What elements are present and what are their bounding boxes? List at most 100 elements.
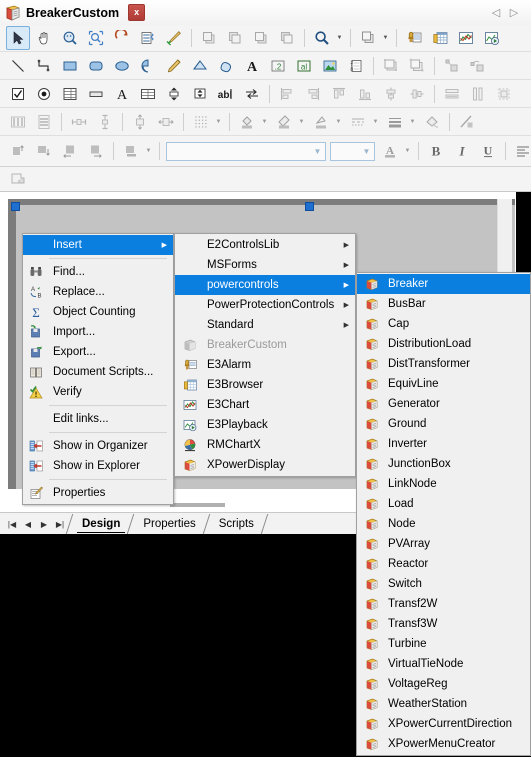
e3chart-tool[interactable] bbox=[454, 26, 478, 50]
space-down-tool[interactable] bbox=[93, 110, 117, 134]
powercontrol-item-junctionbox[interactable]: JunctionBox bbox=[357, 454, 530, 474]
transparency-tool[interactable] bbox=[455, 110, 479, 134]
powercontrol-item-generator[interactable]: Generator bbox=[357, 394, 530, 414]
font-size-combo[interactable]: ▼ bbox=[330, 141, 375, 161]
shadow-down-tool[interactable] bbox=[32, 139, 56, 163]
shadow-right-tool[interactable] bbox=[84, 139, 108, 163]
space-across-tool[interactable] bbox=[67, 110, 91, 134]
nav-next-button[interactable]: ▷ bbox=[505, 4, 523, 22]
pencil-tool[interactable] bbox=[162, 54, 186, 78]
font-name-combo[interactable]: ▼ bbox=[166, 141, 326, 161]
distribute-vertical-tool[interactable] bbox=[32, 110, 56, 134]
ellipse-tool[interactable] bbox=[110, 54, 134, 78]
powercontrol-item-weatherstation[interactable]: WeatherStation bbox=[357, 694, 530, 714]
align-text-left-tool[interactable] bbox=[511, 139, 531, 163]
bring-to-front-tool[interactable] bbox=[197, 26, 221, 50]
grid-snap-tool[interactable] bbox=[189, 110, 213, 134]
menu-item-find[interactable]: Find... bbox=[23, 262, 173, 282]
submenu-item-e3chart[interactable]: E3Chart bbox=[175, 395, 355, 415]
split-tool[interactable] bbox=[466, 54, 490, 78]
chevron-down-icon[interactable]: ▼ bbox=[335, 27, 344, 49]
powercontrol-item-ground[interactable]: Ground bbox=[357, 414, 530, 434]
line-color-tool[interactable] bbox=[309, 110, 333, 134]
powercontrol-item-switch[interactable]: Switch bbox=[357, 574, 530, 594]
group-tool[interactable] bbox=[379, 54, 403, 78]
italic-tool[interactable]: I bbox=[450, 139, 474, 163]
pan-hand-tool[interactable] bbox=[32, 26, 56, 50]
object-properties-tool[interactable] bbox=[6, 167, 30, 191]
submenu-item-rmchartx[interactable]: RMChartX bbox=[175, 435, 355, 455]
gradient-fill-tool[interactable] bbox=[272, 110, 296, 134]
tab-nav-prev[interactable]: ◀ bbox=[20, 516, 36, 532]
powercontrol-item-distributionload[interactable]: DistributionLoad bbox=[357, 334, 530, 354]
polygon-tool[interactable] bbox=[188, 54, 212, 78]
slider-control-tool[interactable] bbox=[188, 82, 212, 106]
menu-item-properties[interactable]: Properties bbox=[23, 483, 173, 503]
powercontrol-item-load[interactable]: Load bbox=[357, 494, 530, 514]
submenu-item-e3playback[interactable]: E3Playback bbox=[175, 415, 355, 435]
submenu-item-powerprotectioncontrols[interactable]: PowerProtectionControls ▶ bbox=[175, 295, 355, 315]
e3alarm-tool[interactable] bbox=[402, 26, 426, 50]
shadow-left-tool[interactable] bbox=[58, 139, 82, 163]
powercontrol-item-breaker[interactable]: Breaker bbox=[357, 274, 530, 294]
powercontrol-item-pvarray[interactable]: PVArray bbox=[357, 534, 530, 554]
align-center-horizontal-tool[interactable] bbox=[405, 82, 429, 106]
label-control-tool[interactable]: A bbox=[110, 82, 134, 106]
e3playback-tool[interactable] bbox=[480, 26, 504, 50]
submenu-item-standard[interactable]: Standard ▶ bbox=[175, 315, 355, 335]
line-style-tool[interactable] bbox=[346, 110, 370, 134]
pie-tool[interactable] bbox=[136, 54, 160, 78]
chevron-down-icon[interactable]: ▼ bbox=[214, 111, 223, 133]
tab-nav-last[interactable]: ▶| bbox=[52, 516, 68, 532]
align-bottom-tool[interactable] bbox=[353, 82, 377, 106]
powercontrol-item-voltagereg[interactable]: VoltageReg bbox=[357, 674, 530, 694]
text-tool[interactable]: A bbox=[240, 54, 264, 78]
powercontrol-item-inverter[interactable]: Inverter bbox=[357, 434, 530, 454]
freeform-tool[interactable] bbox=[214, 54, 238, 78]
align-top-tool[interactable] bbox=[327, 82, 351, 106]
selection-handle[interactable] bbox=[305, 202, 314, 211]
line-weight-tool[interactable] bbox=[383, 110, 407, 134]
tab-nav-first[interactable]: |◀ bbox=[4, 516, 20, 532]
menu-item-replace[interactable]: AB Replace... bbox=[23, 282, 173, 302]
powercontrol-item-transf2w[interactable]: Transf2W bbox=[357, 594, 530, 614]
chevron-down-icon[interactable]: ▼ bbox=[297, 111, 306, 133]
submenu-item-xpowerdisplay[interactable]: XPowerDisplay bbox=[175, 455, 355, 475]
rotate-tool[interactable] bbox=[110, 26, 134, 50]
textbox-control-tool[interactable]: abl bbox=[214, 82, 238, 106]
ungroup-tool[interactable] bbox=[405, 54, 429, 78]
make-same-width-tool[interactable] bbox=[440, 82, 464, 106]
nav-prev-button[interactable]: ◁ bbox=[487, 4, 505, 22]
font-color-tool[interactable]: A bbox=[378, 139, 402, 163]
combine-tool[interactable] bbox=[440, 54, 464, 78]
chevron-down-icon[interactable]: ▼ bbox=[260, 111, 269, 133]
script-list-tool[interactable] bbox=[136, 26, 160, 50]
distribute-horizontal-tool[interactable] bbox=[6, 110, 30, 134]
context-menu[interactable]: Insert ▶ Find... AB Replace... Σ Object … bbox=[22, 233, 174, 505]
e3browser-tool[interactable] bbox=[428, 26, 452, 50]
zoom-fit-tool[interactable] bbox=[58, 26, 82, 50]
radio-control-tool[interactable] bbox=[32, 82, 56, 106]
menu-item-verify[interactable]: Verify bbox=[23, 382, 173, 402]
menu-item-object-counting[interactable]: Σ Object Counting bbox=[23, 302, 173, 322]
send-to-back-tool[interactable] bbox=[223, 26, 247, 50]
align-center-vertical-tool[interactable] bbox=[379, 82, 403, 106]
submenu-item-powercontrols[interactable]: powercontrols ▶ bbox=[175, 275, 355, 295]
rectangle-tool[interactable] bbox=[58, 54, 82, 78]
send-backward-tool[interactable] bbox=[275, 26, 299, 50]
tab-scripts[interactable]: Scripts bbox=[210, 514, 263, 534]
center-vertically-tool[interactable] bbox=[128, 110, 152, 134]
spinner-control-tool[interactable] bbox=[162, 82, 186, 106]
center-horizontally-tool[interactable] bbox=[154, 110, 178, 134]
scrollbar-control-tool[interactable] bbox=[240, 82, 264, 106]
menu-item-edit-links[interactable]: Edit links... bbox=[23, 409, 173, 429]
group-objects-tool[interactable] bbox=[356, 26, 380, 50]
submenu-item-e2controlslib[interactable]: E2ControlsLib ▶ bbox=[175, 235, 355, 255]
menu-item-insert[interactable]: Insert ▶ bbox=[23, 235, 173, 255]
shadow-style-tool[interactable] bbox=[119, 139, 143, 163]
select-arrow-tool[interactable] bbox=[6, 26, 30, 50]
listbox-control-tool[interactable] bbox=[58, 82, 82, 106]
chevron-down-icon[interactable]: ▼ bbox=[371, 111, 380, 133]
menu-item-show-in-explorer[interactable]: Show in Explorer bbox=[23, 456, 173, 476]
line-tool[interactable] bbox=[6, 54, 30, 78]
